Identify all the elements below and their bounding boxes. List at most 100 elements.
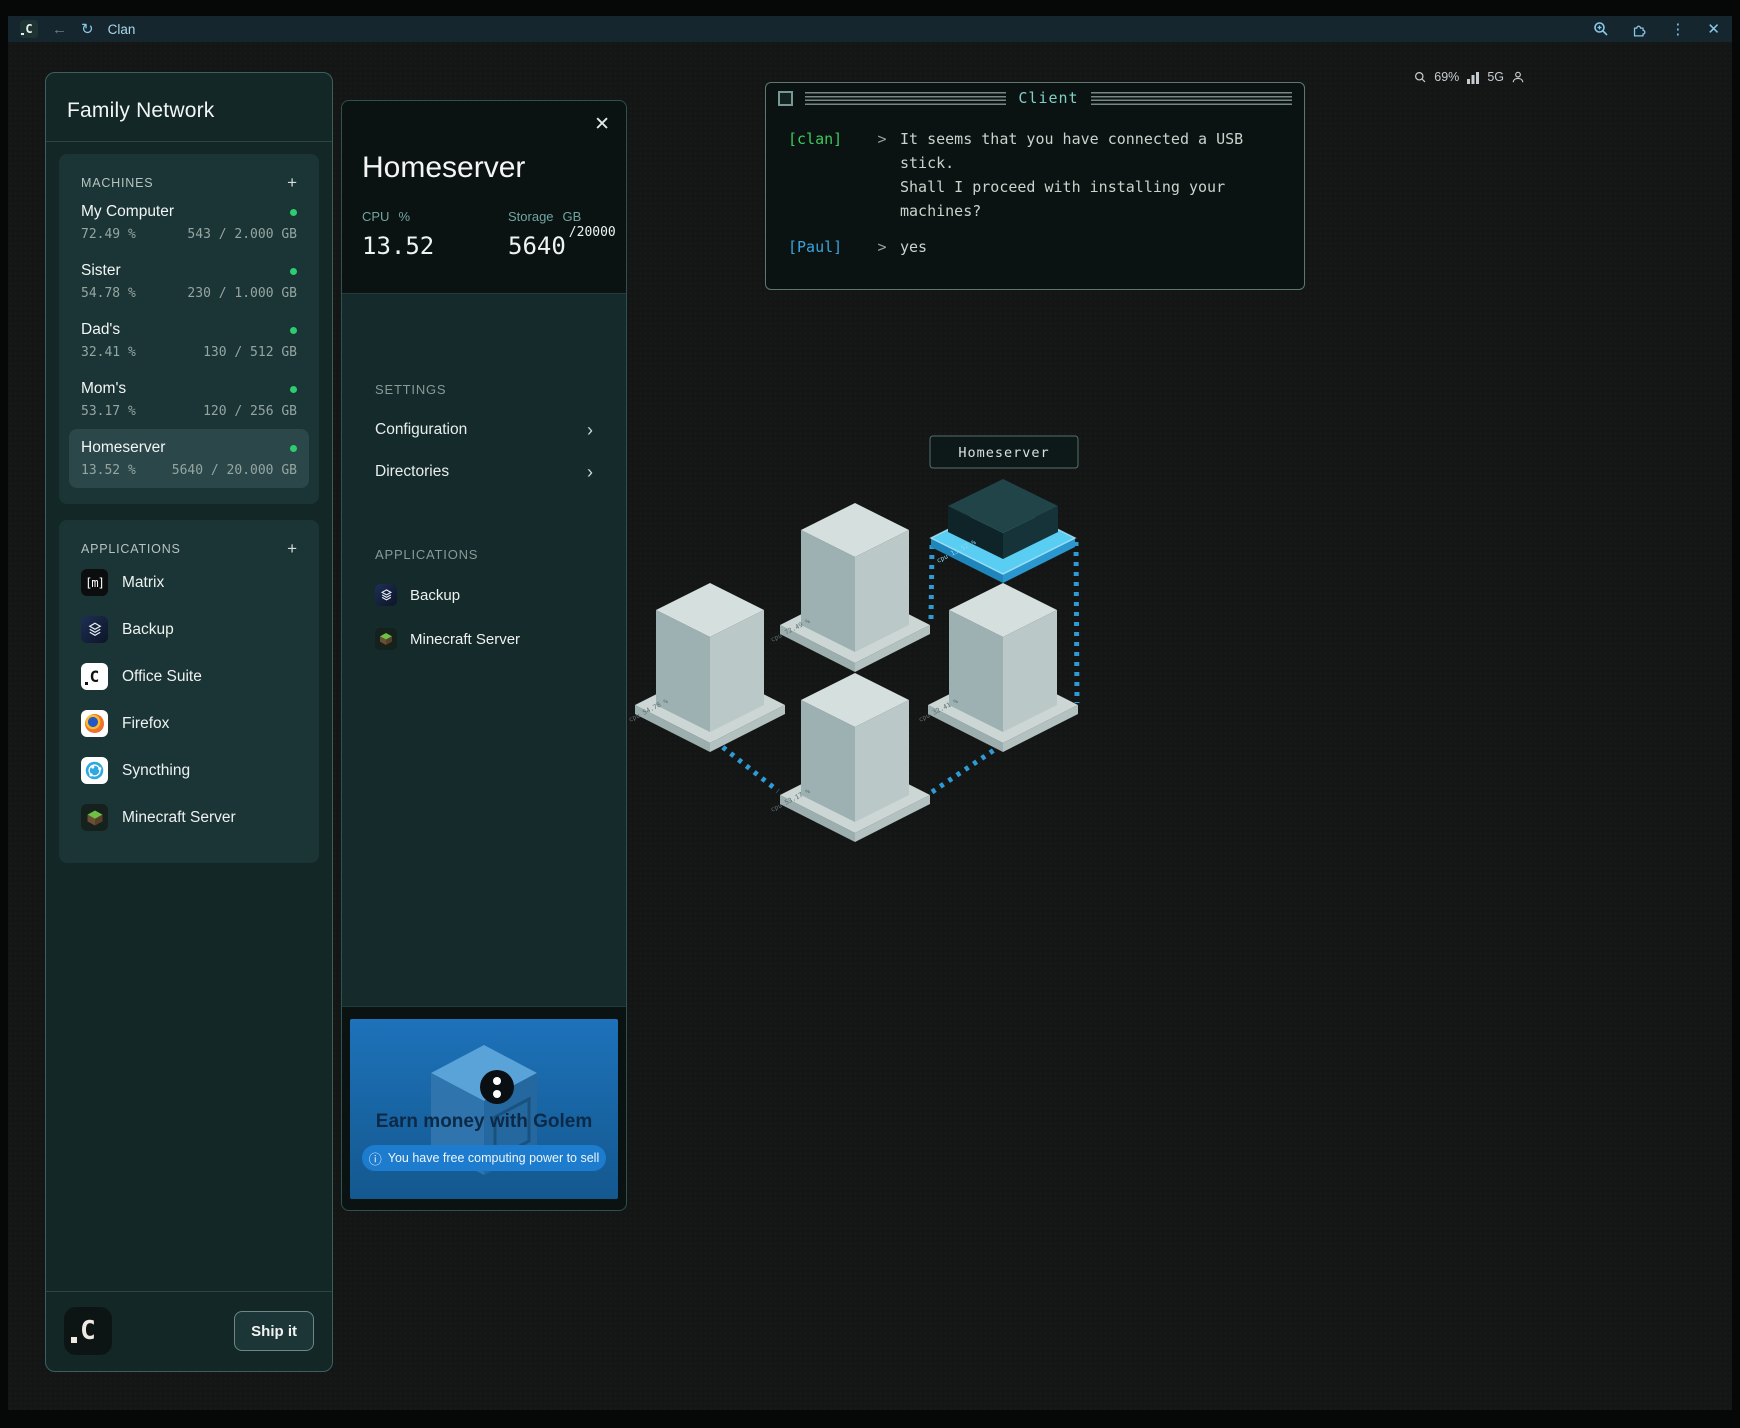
app-label: Backup [410,587,460,604]
panel-applications-header: APPLICATIONS [375,547,593,562]
machines-header: MACHINES [81,176,153,190]
terminal-line: [Paul] > yes [788,235,1294,259]
sidebar-title: Family Network [46,73,332,141]
machine-cpu: 54.78 % [81,286,136,301]
machine-row-moms[interactable]: Mom's 53.17 % 120 / 256 GB [69,370,309,429]
online-status-dot [290,268,297,275]
chevron-right-icon: › [587,421,593,439]
ad-title: Earn money with Golem [350,1111,618,1133]
window-close-icon[interactable]: ✕ [1707,22,1720,37]
app-label: Office Suite [122,668,202,686]
add-machine-button[interactable]: + [287,174,297,191]
machine-row-my-computer[interactable]: My Computer 72.49 %543 / 2.000 GB [69,193,309,252]
backup-icon [375,584,397,606]
applications-card: APPLICATIONS + Matrix Backup Office Suit… [59,520,319,863]
diagram-node-machine-2[interactable]: cpu 54.78 % [627,583,785,752]
machine-cpu: 72.49 % [81,227,136,242]
app-row-matrix[interactable]: Matrix [69,559,309,606]
machine-row-homeserver[interactable]: Homeserver 13.52 %5640 / 20.000 GB [69,429,309,488]
syncthing-icon [81,757,108,784]
panel-app-backup[interactable]: Backup [375,584,593,606]
settings-row-directories[interactable]: Directories › [375,463,593,481]
machine-name: Mom's [81,380,126,398]
app-label: Syncthing [122,762,190,780]
machine-storage: 230 / 1.000 GB [187,286,297,301]
panel-app-minecraft[interactable]: Minecraft Server [375,628,593,650]
machine-row-sister[interactable]: Sister 54.78 %230 / 1.000 GB [69,252,309,311]
family-network-sidebar: Family Network MACHINES + My Computer 72… [45,72,333,1372]
titlebar-stripes [1091,92,1292,105]
clan-footer-logo-icon [64,1307,112,1355]
speaker-clan: [clan] [788,127,864,223]
back-icon[interactable]: ← [52,22,67,37]
ad-badge-text: You have free computing power to sell [388,1151,599,1165]
machine-name: Homeserver [81,439,165,457]
minecraft-icon [375,628,397,650]
machine-row-dads[interactable]: Dad's 32.41 %130 / 512 GB [69,311,309,370]
cpu-unit: % [398,209,410,224]
tab-title: Clan [108,22,136,37]
app-row-minecraft[interactable]: Minecraft Server [69,794,309,841]
golem-ad-banner[interactable]: Earn money with Golem ⓘ You have free co… [350,1019,618,1199]
machine-cpu: 53.17 % [81,404,136,419]
terminal-close-box-icon[interactable] [778,91,793,106]
matrix-icon [81,569,108,596]
terminal-line: [clan] > It seems that you have connecte… [788,127,1294,223]
settings-row-configuration[interactable]: Configuration › [375,421,593,439]
machine-storage: 5640 / 20.000 GB [172,463,297,478]
terminal-title: Client [1018,89,1078,107]
panel-body: SETTINGS Configuration › Directories › A… [342,294,626,650]
tooltip-label: Homeserver [958,445,1049,461]
diagram-node-homeserver[interactable]: cpu 13.52 % [931,479,1075,583]
online-status-dot [290,445,297,452]
menu-kebab-icon[interactable]: ⋮ [1670,22,1685,37]
app-row-firefox[interactable]: Firefox [69,700,309,747]
minecraft-icon [81,804,108,831]
titlebar-stripes [805,92,1006,105]
add-application-button[interactable]: + [287,540,297,557]
app-label: Minecraft Server [410,631,520,648]
terminal-titlebar[interactable]: Client [766,83,1304,113]
storage-total: /20000 [569,225,616,240]
panel-footer: Earn money with Golem ⓘ You have free co… [342,1006,626,1210]
client-terminal-window: Client [clan] > It seems that you have c… [765,82,1305,290]
machine-storage: 120 / 256 GB [203,404,297,419]
storage-metric: StorageGB 5640/20000 [508,209,616,260]
reload-icon[interactable]: ↻ [81,22,94,37]
app-row-office-suite[interactable]: Office Suite [69,653,309,700]
status-indicators: 69% 5G [1414,70,1525,84]
backup-icon [81,616,108,643]
settings-header: SETTINGS [375,382,593,397]
diagram-node-machine-1[interactable]: cpu 72.49 % [769,503,930,672]
online-status-dot [290,327,297,334]
ship-it-button[interactable]: Ship it [234,1311,314,1351]
app-row-backup[interactable]: Backup [69,606,309,653]
extensions-icon[interactable] [1631,21,1648,38]
panel-title: Homeserver [362,151,525,185]
cpu-metric: CPU% 13.52 [362,209,434,260]
info-icon: ⓘ [369,1149,382,1168]
office-suite-icon [81,663,108,690]
diagram-node-machine-4[interactable]: cpu 53.17 % [769,673,930,842]
app-label: Firefox [122,715,169,733]
app-row-syncthing[interactable]: Syncthing [69,747,309,794]
machine-name: Dad's [81,321,120,339]
network-diagram: cpu 13.52 % cpu 72.49 % cpu 54.78 % [620,420,1100,850]
app-label: Matrix [122,574,164,592]
magnifier-icon [1414,71,1427,84]
prompt: > [864,127,900,223]
online-status-dot [290,386,297,393]
prompt: > [864,235,900,259]
user-icon[interactable] [1511,70,1525,84]
ad-badge[interactable]: ⓘ You have free computing power to sell [362,1145,606,1171]
diagram-node-machine-3[interactable]: cpu 32.41 % [917,583,1078,752]
setting-label: Directories [375,463,449,481]
message: yes [900,235,927,259]
panel-close-icon[interactable]: ✕ [594,113,610,136]
cpu-value: 13.52 [362,232,434,260]
machine-name: My Computer [81,203,174,221]
diagram-tooltip: Homeserver [930,436,1078,468]
zoom-in-icon[interactable] [1593,21,1609,37]
online-status-dot [290,209,297,216]
storage-value: 5640 [508,232,566,260]
